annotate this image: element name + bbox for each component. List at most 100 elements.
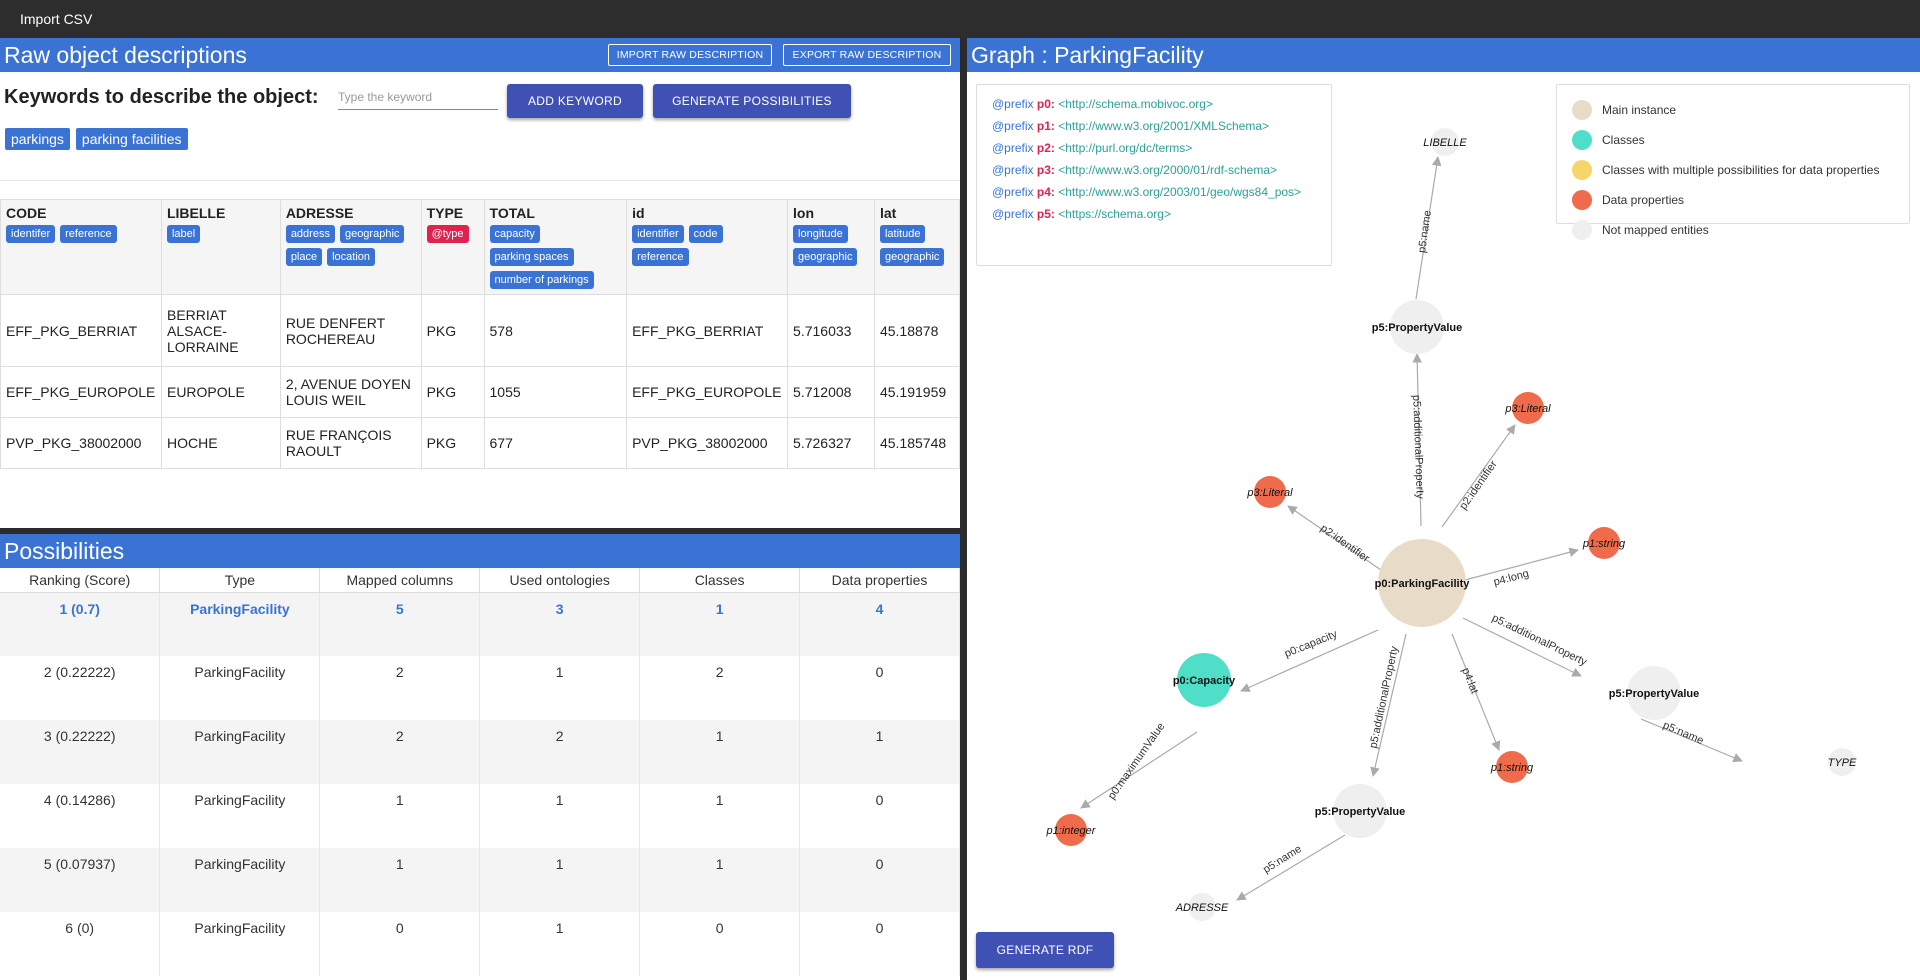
table-cell: 1 <box>479 656 641 720</box>
legend-swatch <box>1572 100 1592 120</box>
table-cell: 2 <box>319 656 481 720</box>
import-raw-description-button[interactable]: IMPORT RAW DESCRIPTION <box>608 44 772 66</box>
legend-item: Not mapped entities <box>1572 215 1894 245</box>
possibilities-panel: Possibilities Ranking (Score) Type Mappe… <box>0 534 960 980</box>
column-tag[interactable]: place <box>285 248 323 266</box>
table-cell: BERRIAT ALSACE-LORRAINE <box>160 294 281 367</box>
legend-box: Main instance Classes Classes with multi… <box>1556 84 1910 240</box>
keyword-chip[interactable]: parkings <box>5 128 70 150</box>
prefix-uri: <http://purl.org/dc/terms> <box>1058 141 1193 155</box>
edge-label: p2:identifier <box>1457 458 1500 512</box>
keyword-chip[interactable]: parking facilities <box>75 128 188 150</box>
column-header[interactable]: Used ontologies <box>479 568 641 593</box>
table-row: PVP_PKG_38002000 HOCHE RUE FRANÇOIS RAOU… <box>0 417 960 469</box>
table-cell: 5.712008 <box>787 366 875 418</box>
table-cell: ParkingFacility <box>159 720 321 784</box>
legend-item: Classes with multiple possibilities for … <box>1572 155 1894 185</box>
prefix-name: p5: <box>1036 207 1055 221</box>
column-tag[interactable]: @type <box>426 225 469 243</box>
column-tag[interactable]: geographic <box>793 248 858 266</box>
column-header-adresse: ADRESSE address geographic place location <box>279 199 422 295</box>
possibility-row[interactable]: 4 (0.14286) ParkingFacility 1 1 1 0 <box>0 784 960 848</box>
table-cell: ParkingFacility <box>159 848 321 912</box>
table-row: EFF_PKG_BERRIAT BERRIAT ALSACE-LORRAINE … <box>0 294 960 367</box>
column-header-total: TOTAL capacity parking spaces number of pa… <box>483 199 628 295</box>
table-cell: PKG <box>420 294 485 367</box>
table-cell: 5 (0.07937) <box>0 848 161 912</box>
node-label: p5:PropertyValue <box>1609 688 1699 700</box>
legend-swatch <box>1572 220 1592 240</box>
possibility-row[interactable]: 3 (0.22222) ParkingFacility 2 2 1 1 <box>0 720 960 784</box>
keywords-row: Keywords to describe the object: <box>4 86 319 109</box>
table-cell: 1 <box>319 848 481 912</box>
possibility-row[interactable]: 2 (0.22222) ParkingFacility 2 1 2 0 <box>0 656 960 720</box>
column-tag[interactable]: latitude <box>879 225 926 243</box>
column-tag[interactable]: parking spaces <box>489 248 574 266</box>
divider <box>0 180 960 181</box>
possibility-row[interactable]: 1 (0.7) ParkingFacility 5 3 1 4 <box>0 592 960 656</box>
column-header[interactable]: Data properties <box>799 568 960 593</box>
table-row: EFF_PKG_EUROPOLE EUROPOLE 2, AVENUE DOYE… <box>0 366 960 418</box>
prefix-line: @prefix p2: <http://purl.org/dc/terms> <box>992 137 1316 159</box>
possibility-row[interactable]: 5 (0.07937) ParkingFacility 1 1 1 0 <box>0 848 960 912</box>
column-tag[interactable]: address <box>285 225 335 243</box>
column-header-libelle: LIBELLE label <box>160 199 281 295</box>
column-header[interactable]: Type <box>159 568 321 593</box>
possibility-row[interactable]: 6 (0) ParkingFacility 0 1 0 0 <box>0 912 960 976</box>
column-header-id: id identifier code reference <box>626 199 789 295</box>
edge-label: p5:name <box>1661 719 1705 747</box>
edge-label: p2:identifier <box>1318 522 1372 565</box>
column-tag[interactable]: capacity <box>489 225 540 243</box>
table-cell: ParkingFacility <box>159 592 321 656</box>
prefix-uri: <https://schema.org> <box>1058 207 1171 221</box>
column-tag[interactable]: identifier <box>632 225 684 243</box>
prefix-name: p1: <box>1036 119 1055 133</box>
prefix-uri: <http://www.w3.org/2003/01/geo/wgs84_pos… <box>1058 185 1302 199</box>
legend-label: Classes <box>1602 133 1645 147</box>
export-raw-description-button[interactable]: EXPORT RAW DESCRIPTION <box>783 44 951 66</box>
column-tag[interactable]: geographic <box>339 225 405 243</box>
generate-possibilities-button[interactable]: GENERATE POSSIBILITIES <box>653 84 851 118</box>
column-header[interactable]: Mapped columns <box>319 568 481 593</box>
column-tag[interactable]: reference <box>632 248 689 266</box>
add-keyword-button[interactable]: ADD KEYWORD <box>507 84 643 118</box>
edge-label: p5:additionalProperty <box>1410 395 1426 500</box>
table-cell: 6 (0) <box>0 912 161 976</box>
raw-descriptions-header: Raw object descriptions IMPORT RAW DESCR… <box>0 38 960 72</box>
import-csv-menu[interactable]: Import CSV <box>20 11 92 27</box>
column-tag[interactable]: label <box>166 225 201 243</box>
keyword-input[interactable] <box>338 84 498 110</box>
table-cell: 45.191959 <box>873 366 960 418</box>
column-name: lat <box>879 205 897 221</box>
column-tag[interactable]: code <box>688 225 723 243</box>
legend-label: Data properties <box>1602 193 1685 207</box>
node-label: p1:string <box>1490 762 1534 774</box>
prefix-keyword: @prefix <box>992 163 1034 177</box>
node-label: p1:string <box>1582 538 1626 550</box>
table-cell: 4 (0.14286) <box>0 784 161 848</box>
table-cell: PVP_PKG_38002000 <box>0 417 162 469</box>
raw-descriptions-panel: Raw object descriptions IMPORT RAW DESCR… <box>0 38 960 528</box>
table-cell: 45.185748 <box>873 417 960 469</box>
prefix-name: p0: <box>1036 97 1055 111</box>
possibilities-title: Possibilities <box>4 537 125 564</box>
column-tag[interactable]: identifer <box>6 225 56 243</box>
table-cell: ParkingFacility <box>159 784 321 848</box>
column-header[interactable]: Classes <box>639 568 801 593</box>
column-tag[interactable]: number of parkings <box>489 271 594 289</box>
table-cell: 2 (0.22222) <box>0 656 161 720</box>
table-cell: 0 <box>799 656 960 720</box>
generate-rdf-button[interactable]: GENERATE RDF <box>976 932 1114 968</box>
column-tag[interactable]: location <box>327 248 376 266</box>
column-header[interactable]: Ranking (Score) <box>0 568 161 593</box>
column-tag[interactable]: reference <box>60 225 117 243</box>
table-cell: 1 <box>799 720 960 784</box>
table-cell: 2 <box>639 656 801 720</box>
column-tag[interactable]: geographic <box>879 248 945 266</box>
legend-item: Main instance <box>1572 95 1894 125</box>
table-cell: ParkingFacility <box>159 912 321 976</box>
prefix-line: @prefix p4: <http://www.w3.org/2003/01/g… <box>992 181 1316 203</box>
table-cell: 2, AVENUE DOYEN LOUIS WEIL <box>279 366 422 418</box>
table-cell: PVP_PKG_38002000 <box>626 417 789 469</box>
column-tag[interactable]: longitude <box>793 225 848 243</box>
